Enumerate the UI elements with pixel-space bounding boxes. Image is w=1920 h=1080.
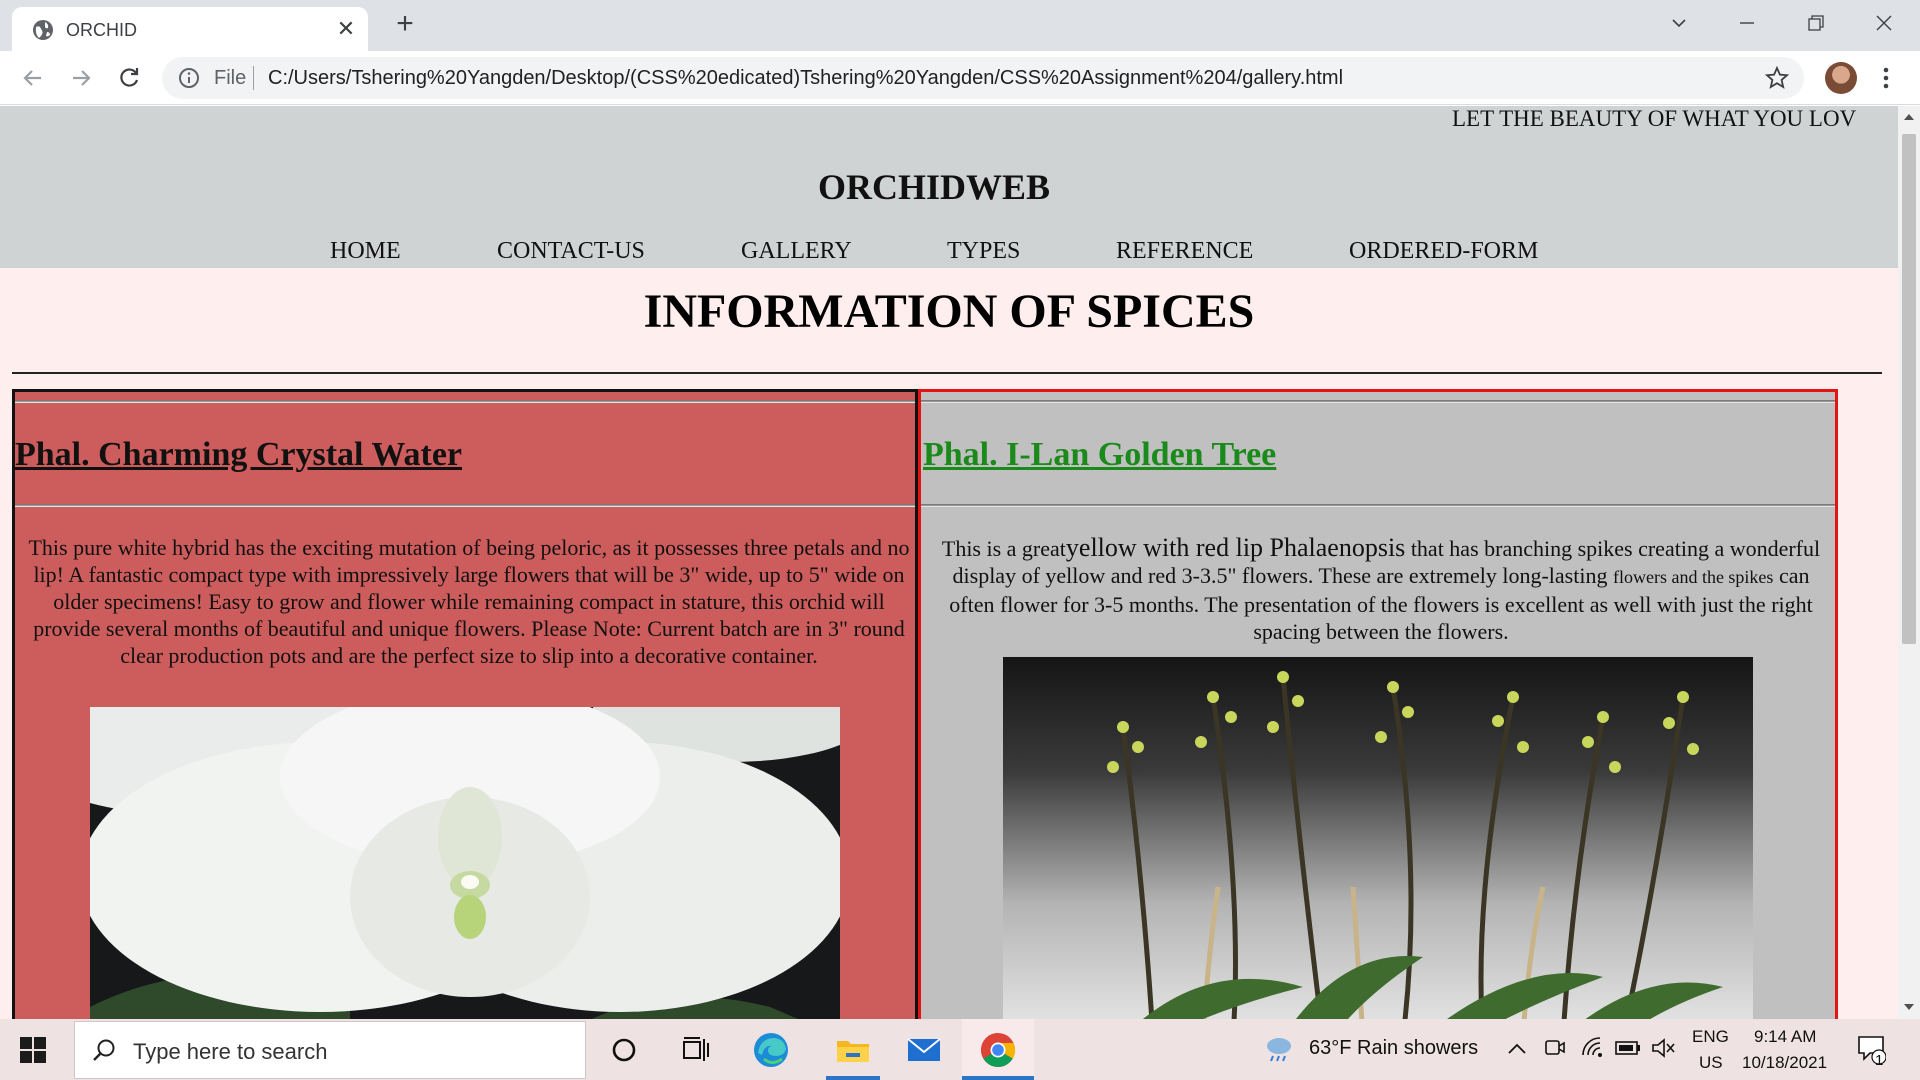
battery-icon[interactable] (1614, 1037, 1642, 1059)
mail-icon[interactable] (903, 1029, 945, 1071)
search-icon (93, 1039, 115, 1061)
meet-now-icon[interactable] (1543, 1035, 1567, 1061)
windows-taskbar: Type here to search 63°F Rain showers EN… (0, 1019, 1920, 1080)
tab-close-icon[interactable]: ✕ (334, 17, 358, 41)
browser-toolbar: File C:/Users/Tshering%20Yangden/Desktop… (0, 51, 1920, 105)
clock-date[interactable]: 10/18/2021 (1742, 1053, 1827, 1073)
browser-tab-strip: ORCHID ✕ + (0, 0, 1920, 51)
orchid-description-left: This pure white hybrid has the exciting … (28, 535, 910, 668)
weather-status[interactable]: 63°F Rain showers (1309, 1037, 1478, 1060)
globe-icon (33, 20, 53, 40)
forward-button[interactable] (66, 63, 96, 93)
nav-link-ordered-form[interactable]: ORDERED-FORM (1349, 238, 1538, 265)
forward-arrow-icon (73, 70, 91, 86)
orchid-card-right: Phal. I-Lan Golden Tree This is a greaty… (918, 389, 1838, 1019)
nav-link-types[interactable]: TYPES (947, 238, 1020, 265)
card-divider (15, 400, 915, 403)
more-menu-icon[interactable] (1876, 64, 1896, 92)
page-viewport: LET THE BEAUTY OF WHAT YOU LOV ORCHIDWEB… (0, 106, 1898, 1019)
address-separator (253, 66, 254, 90)
back-arrow-icon (23, 70, 41, 86)
taskbar-search-box[interactable]: Type here to search (74, 1021, 586, 1079)
scroll-down-icon[interactable] (1903, 1002, 1915, 1012)
nav-link-gallery[interactable]: GALLERY (741, 238, 852, 265)
page-heading: INFORMATION OF SPICES (643, 285, 1255, 338)
clock-time[interactable]: 9:14 AM (1754, 1027, 1816, 1047)
horizontal-rule (12, 372, 1882, 374)
nav-link-home[interactable]: HOME (330, 238, 401, 265)
weather-rain-icon[interactable] (1262, 1031, 1296, 1065)
orchid-description-right: This is a greatyellow with red lip Phala… (933, 534, 1829, 645)
orchid-title-left[interactable]: Phal. Charming Crystal Water (15, 436, 462, 474)
reload-button[interactable] (114, 63, 144, 93)
description-small-text: flowers and the spikes (1612, 567, 1774, 587)
chevron-up-icon[interactable] (1505, 1037, 1529, 1061)
task-view-icon[interactable] (675, 1029, 717, 1071)
notification-badge: 1 (1875, 1052, 1884, 1069)
close-window-button[interactable] (1866, 8, 1902, 38)
address-bar[interactable]: File C:/Users/Tshering%20Yangden/Desktop… (162, 57, 1804, 99)
card-divider (15, 504, 915, 507)
tab-title: ORCHID (66, 20, 137, 40)
page-scrollbar[interactable] (1898, 106, 1920, 1019)
back-button[interactable] (18, 63, 48, 93)
browser-tab[interactable]: ORCHID ✕ (12, 7, 368, 51)
minimize-button[interactable] (1729, 8, 1765, 38)
wifi-icon[interactable] (1580, 1035, 1606, 1061)
description-emphasis: yellow with red lip Phalaenopsis (1065, 533, 1406, 562)
tab-search-chevron-icon[interactable] (1661, 8, 1697, 38)
file-explorer-running-indicator (826, 1076, 880, 1080)
card-divider (921, 400, 1835, 403)
chrome-running-indicator (962, 1076, 1034, 1080)
new-tab-button[interactable]: + (390, 9, 420, 40)
edge-browser-icon[interactable] (750, 1029, 792, 1071)
chrome-icon[interactable] (977, 1029, 1019, 1071)
card-divider (921, 504, 1835, 507)
orchid-card-left: Phal. Charming Crystal Water This pure w… (12, 389, 918, 1019)
nav-link-reference[interactable]: REFERENCE (1116, 238, 1253, 265)
profile-avatar[interactable] (1825, 62, 1857, 94)
volume-muted-icon[interactable] (1650, 1035, 1676, 1061)
url-text[interactable]: C:/Users/Tshering%20Yangden/Desktop/(CSS… (268, 67, 1343, 90)
description-text: This is a great (941, 536, 1066, 561)
scrollbar-thumb[interactable] (1902, 134, 1916, 644)
bookmark-star-icon[interactable] (1764, 65, 1790, 91)
file-explorer-icon[interactable] (832, 1029, 874, 1071)
url-scheme-label: File (214, 67, 247, 89)
search-placeholder: Type here to search (133, 1039, 328, 1064)
cortana-icon[interactable] (603, 1029, 645, 1071)
reload-icon (120, 68, 139, 87)
white-orchid-photo (90, 707, 840, 1019)
restore-button[interactable] (1798, 8, 1834, 38)
windows-start-icon[interactable] (20, 1037, 46, 1063)
region-code[interactable]: US (1699, 1053, 1723, 1073)
marquee-text: LET THE BEAUTY OF WHAT YOU LOV (1452, 106, 1857, 131)
nav-link-contact-us[interactable]: CONTACT-US (497, 238, 645, 265)
site-header: LET THE BEAUTY OF WHAT YOU LOV ORCHIDWEB… (0, 106, 1898, 268)
language-code[interactable]: ENG (1692, 1027, 1729, 1047)
scroll-up-icon[interactable] (1903, 112, 1915, 122)
golden-tree-orchid-photo (1003, 657, 1753, 1019)
orchid-title-right[interactable]: Phal. I-Lan Golden Tree (923, 436, 1276, 474)
info-icon[interactable] (178, 67, 200, 89)
site-title: ORCHIDWEB (817, 167, 1051, 207)
